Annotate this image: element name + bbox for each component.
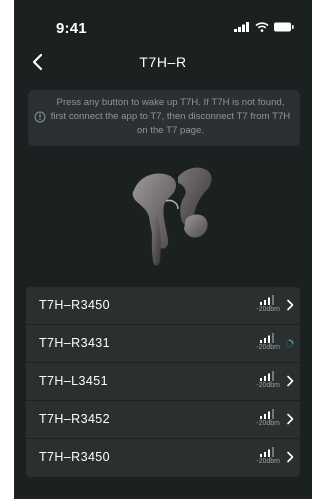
signal-dbm: -20dbm <box>256 382 280 389</box>
chevron-right-icon <box>287 299 294 311</box>
signal-dbm: -20dbm <box>256 420 280 427</box>
signal-strength: -20dbm <box>250 295 280 315</box>
wake-up-notice: Press any button to wake up T7H. If T7H … <box>28 90 300 146</box>
signal-strength: -20dbm <box>250 447 280 467</box>
info-icon <box>34 111 46 123</box>
signal-icon <box>234 22 249 32</box>
device-list: T7H–R3450 -20dbm T7H–R3431 -20dbm T7H–L3… <box>26 287 300 477</box>
signal-dbm: -20dbm <box>256 344 280 351</box>
device-row[interactable]: T7H–R3431 -20dbm <box>26 325 300 363</box>
chevron-right-icon <box>287 375 294 387</box>
chevron-right-icon <box>287 413 294 425</box>
device-row[interactable]: T7H–R3450 -20dbm <box>26 439 300 476</box>
nav-header: T7H–R <box>14 48 312 76</box>
app-screen: 9:41 T7H–R Press any button to wake up T… <box>14 0 312 499</box>
signal-strength-icon <box>260 447 274 457</box>
loading-spinner-icon <box>285 339 294 348</box>
signal-strength-icon <box>260 371 274 381</box>
signal-strength-icon <box>260 409 274 419</box>
signal-dbm: -20dbm <box>256 458 280 465</box>
device-name: T7H–R3452 <box>39 412 111 426</box>
signal-strength: -20dbm <box>250 409 280 429</box>
status-icons <box>234 22 294 32</box>
signal-strength: -20dbm <box>250 371 280 391</box>
device-row[interactable]: T7H–R3452 -20dbm <box>26 401 300 439</box>
device-row[interactable]: T7H–L3451 -20dbm <box>26 363 300 401</box>
notice-text: Press any button to wake up T7H. If T7H … <box>50 97 291 136</box>
shifter-device-image <box>132 167 212 266</box>
battery-icon <box>274 22 294 32</box>
signal-strength-icon <box>260 333 274 343</box>
status-bar: 9:41 <box>14 0 312 50</box>
device-name: T7H–R3450 <box>39 298 111 312</box>
page-title: T7H–R <box>139 54 187 70</box>
status-time: 9:41 <box>56 20 87 37</box>
signal-dbm: -20dbm <box>256 306 280 313</box>
signal-strength-icon <box>260 295 274 305</box>
device-name: T7H–L3451 <box>39 374 108 388</box>
wifi-icon <box>255 22 269 32</box>
device-name: T7H–R3450 <box>39 450 111 464</box>
device-name: T7H–R3431 <box>39 336 111 350</box>
signal-strength: -20dbm <box>250 333 280 353</box>
chevron-right-icon <box>287 451 294 463</box>
device-row[interactable]: T7H–R3450 -20dbm <box>26 287 300 325</box>
